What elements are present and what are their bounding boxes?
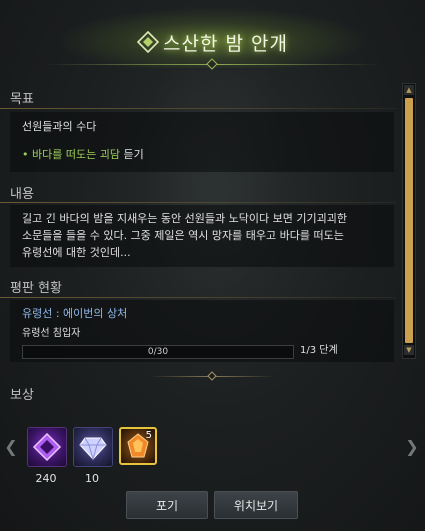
quest-emblem-icon — [137, 31, 160, 53]
goal-task: 선원들과의 수다 — [22, 120, 97, 133]
title-row: 스산한 밤 안개 — [0, 28, 425, 56]
reward-badge-3: 5 — [145, 430, 152, 441]
reputation-label: 평판 현황 — [10, 281, 62, 296]
goal-label: 목표 — [10, 92, 34, 107]
content-line: 소문들을 들을 수 있다. 그중 제일은 역시 망자를 태우고 바다를 떠도는 — [22, 229, 344, 242]
reward-item-1[interactable] — [27, 427, 67, 467]
content-line: 길고 긴 바다의 밤을 지새우는 동안 선원들과 노닥이다 보면 기기괴괴한 — [22, 212, 347, 225]
reward-item-3[interactable]: 5 — [119, 427, 157, 465]
reputation-faction: 유령선 : 에이번의 상처 — [22, 307, 128, 320]
divider-ornament-icon — [207, 371, 217, 381]
scroll-thumb[interactable] — [405, 98, 413, 343]
reward-count-2: 10 — [85, 472, 99, 485]
reputation-divider — [0, 297, 396, 298]
purple-gem-icon — [32, 432, 62, 462]
header-ornament-icon — [206, 58, 218, 70]
content-scrollbar[interactable]: ▲ ▼ — [402, 83, 416, 359]
reputation-progress-text: 0/30 — [147, 347, 169, 357]
content-line: 유령선에 대한 것인데... — [22, 246, 131, 259]
reward-next-arrow-icon[interactable]: ❯ — [405, 437, 419, 456]
abandon-button[interactable]: 포기 — [126, 491, 208, 519]
reward-item-2[interactable] — [73, 427, 113, 467]
goal-objective: • 바다를 떠도는 괴담 듣기 — [22, 146, 144, 163]
content-label: 내용 — [10, 187, 34, 202]
objective-highlight: 바다를 떠도는 괴담 — [32, 148, 120, 161]
reputation-progress-bar: 0/30 — [22, 345, 294, 359]
content-divider — [0, 202, 396, 203]
content-text: 길고 긴 바다의 밤을 지새우는 동안 선원들과 노닥이다 보면 기기괴괴한 소… — [22, 210, 394, 261]
reputation-stage: 1/3 단계 — [300, 345, 338, 356]
reward-label: 보상 — [10, 388, 34, 403]
objective-bullet: • — [22, 148, 32, 161]
scroll-down-icon[interactable]: ▼ — [404, 345, 414, 355]
objective-rest: 듣기 — [119, 148, 144, 161]
reputation-rank: 유령선 침입자 — [22, 328, 81, 339]
locate-button[interactable]: 위치보기 — [214, 491, 298, 519]
goal-divider — [0, 108, 396, 109]
scroll-up-icon[interactable]: ▲ — [404, 85, 414, 95]
quest-panel: 스산한 밤 안개 목표 선원들과의 수다 • 바다를 떠도는 괴담 듣기 내용 … — [0, 0, 425, 531]
crystal-icon — [79, 437, 107, 461]
reward-prev-arrow-icon[interactable]: ❮ — [4, 437, 18, 456]
reward-count-1: 240 — [35, 472, 57, 485]
quest-title: 스산한 밤 안개 — [163, 32, 288, 55]
quest-header: 스산한 밤 안개 — [0, 0, 425, 72]
